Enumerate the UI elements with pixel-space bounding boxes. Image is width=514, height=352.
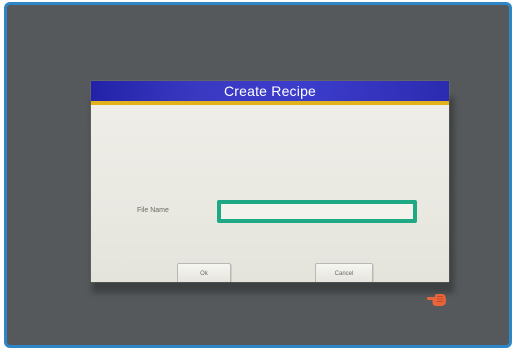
create-recipe-dialog: Create Recipe File Name Ok Cancel [91, 81, 449, 282]
cancel-button[interactable]: Cancel [315, 263, 373, 282]
file-name-input[interactable] [217, 200, 417, 223]
dialog-titlebar: Create Recipe [91, 81, 449, 105]
dialog-title: Create Recipe [223, 83, 317, 99]
file-name-label: File Name [137, 207, 169, 214]
hand-pointer-icon [427, 294, 446, 306]
dialog-body: File Name Ok Cancel [91, 105, 449, 282]
touchscreen-frame: Create Recipe File Name Ok Cancel [4, 2, 512, 348]
ok-button[interactable]: Ok [177, 263, 231, 282]
